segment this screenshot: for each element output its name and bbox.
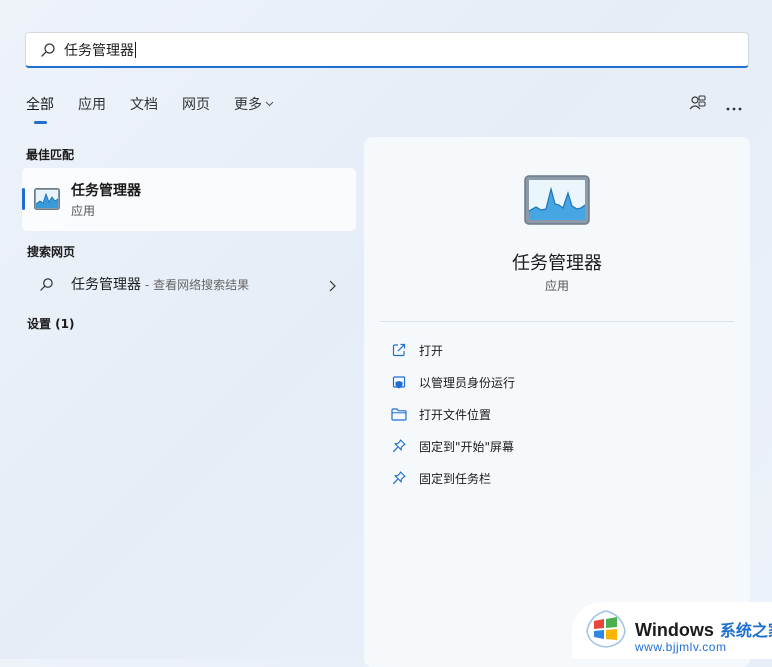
search-icon bbox=[40, 42, 56, 58]
task-manager-icon bbox=[524, 175, 590, 229]
best-match-heading: 最佳匹配 bbox=[26, 148, 75, 162]
best-match-name: 任务管理器 bbox=[71, 183, 141, 199]
watermark-title-en: Windows bbox=[635, 620, 714, 640]
action-pin-to-start[interactable]: 固定到"开始"屏幕 bbox=[389, 435, 514, 457]
settings-heading[interactable]: 设置 (1) bbox=[27, 315, 75, 332]
action-label: 打开 bbox=[419, 343, 444, 358]
web-search-query: 任务管理器 bbox=[71, 277, 141, 293]
divider bbox=[380, 321, 734, 322]
web-search-heading: 搜索网页 bbox=[27, 245, 76, 259]
preview-app-type: 应用 bbox=[544, 279, 569, 293]
action-label: 打开文件位置 bbox=[419, 407, 492, 422]
tab-more-label: 更多 bbox=[234, 97, 262, 113]
watermark-title-cn: 系统之家 bbox=[719, 623, 772, 640]
preview-app-name: 任务管理器 bbox=[512, 253, 602, 274]
best-match-type: 应用 bbox=[71, 204, 96, 218]
action-run-as-admin[interactable]: 以管理员身份运行 bbox=[389, 371, 515, 393]
action-label: 固定到"开始"屏幕 bbox=[419, 439, 515, 454]
search-filter-tabs: 全部 应用 文档 网页 更多 bbox=[26, 94, 298, 124]
pin-icon bbox=[389, 439, 409, 453]
watermark-title: Windows 系统之家 bbox=[635, 617, 772, 641]
search-input[interactable]: 任务管理器 bbox=[64, 40, 134, 60]
chevron-down-icon bbox=[265, 101, 274, 107]
preview-panel: 任务管理器 应用 打开 以管理员身份运行 打开文件位置 固定到"开始"屏幕 固定… bbox=[364, 137, 750, 667]
action-open[interactable]: 打开 bbox=[389, 339, 443, 361]
tab-documents[interactable]: 文档 bbox=[130, 94, 158, 114]
task-manager-icon bbox=[34, 188, 60, 214]
folder-icon bbox=[389, 407, 409, 421]
pin-icon bbox=[389, 471, 409, 485]
more-options-icon[interactable] bbox=[726, 96, 742, 115]
search-box[interactable]: 任务管理器 bbox=[25, 32, 749, 68]
windows-logo-icon bbox=[584, 609, 628, 653]
top-right-controls bbox=[688, 94, 742, 116]
selection-indicator bbox=[22, 188, 25, 210]
best-match-result[interactable]: 任务管理器 应用 bbox=[22, 168, 356, 231]
watermark: Windows 系统之家 www.bjjmlv.com bbox=[572, 602, 772, 659]
chevron-right-icon bbox=[329, 277, 336, 296]
action-label: 固定到任务栏 bbox=[419, 471, 492, 486]
tab-more[interactable]: 更多 bbox=[234, 94, 274, 114]
action-pin-to-taskbar[interactable]: 固定到任务栏 bbox=[389, 467, 491, 489]
search-icon bbox=[39, 277, 54, 292]
account-switch-icon[interactable] bbox=[688, 94, 706, 116]
tab-apps[interactable]: 应用 bbox=[78, 94, 106, 114]
action-label: 以管理员身份运行 bbox=[419, 375, 516, 390]
web-search-result[interactable]: 任务管理器 - 查看网络搜索结果 bbox=[22, 270, 356, 298]
tab-all[interactable]: 全部 bbox=[26, 94, 54, 124]
action-open-file-location[interactable]: 打开文件位置 bbox=[389, 403, 491, 425]
web-search-hint: - 查看网络搜索结果 bbox=[145, 277, 250, 292]
watermark-url: www.bjjmlv.com bbox=[635, 640, 727, 654]
text-caret bbox=[135, 41, 136, 58]
open-icon bbox=[389, 343, 409, 357]
tab-web[interactable]: 网页 bbox=[182, 94, 210, 114]
admin-shield-icon bbox=[389, 375, 409, 389]
